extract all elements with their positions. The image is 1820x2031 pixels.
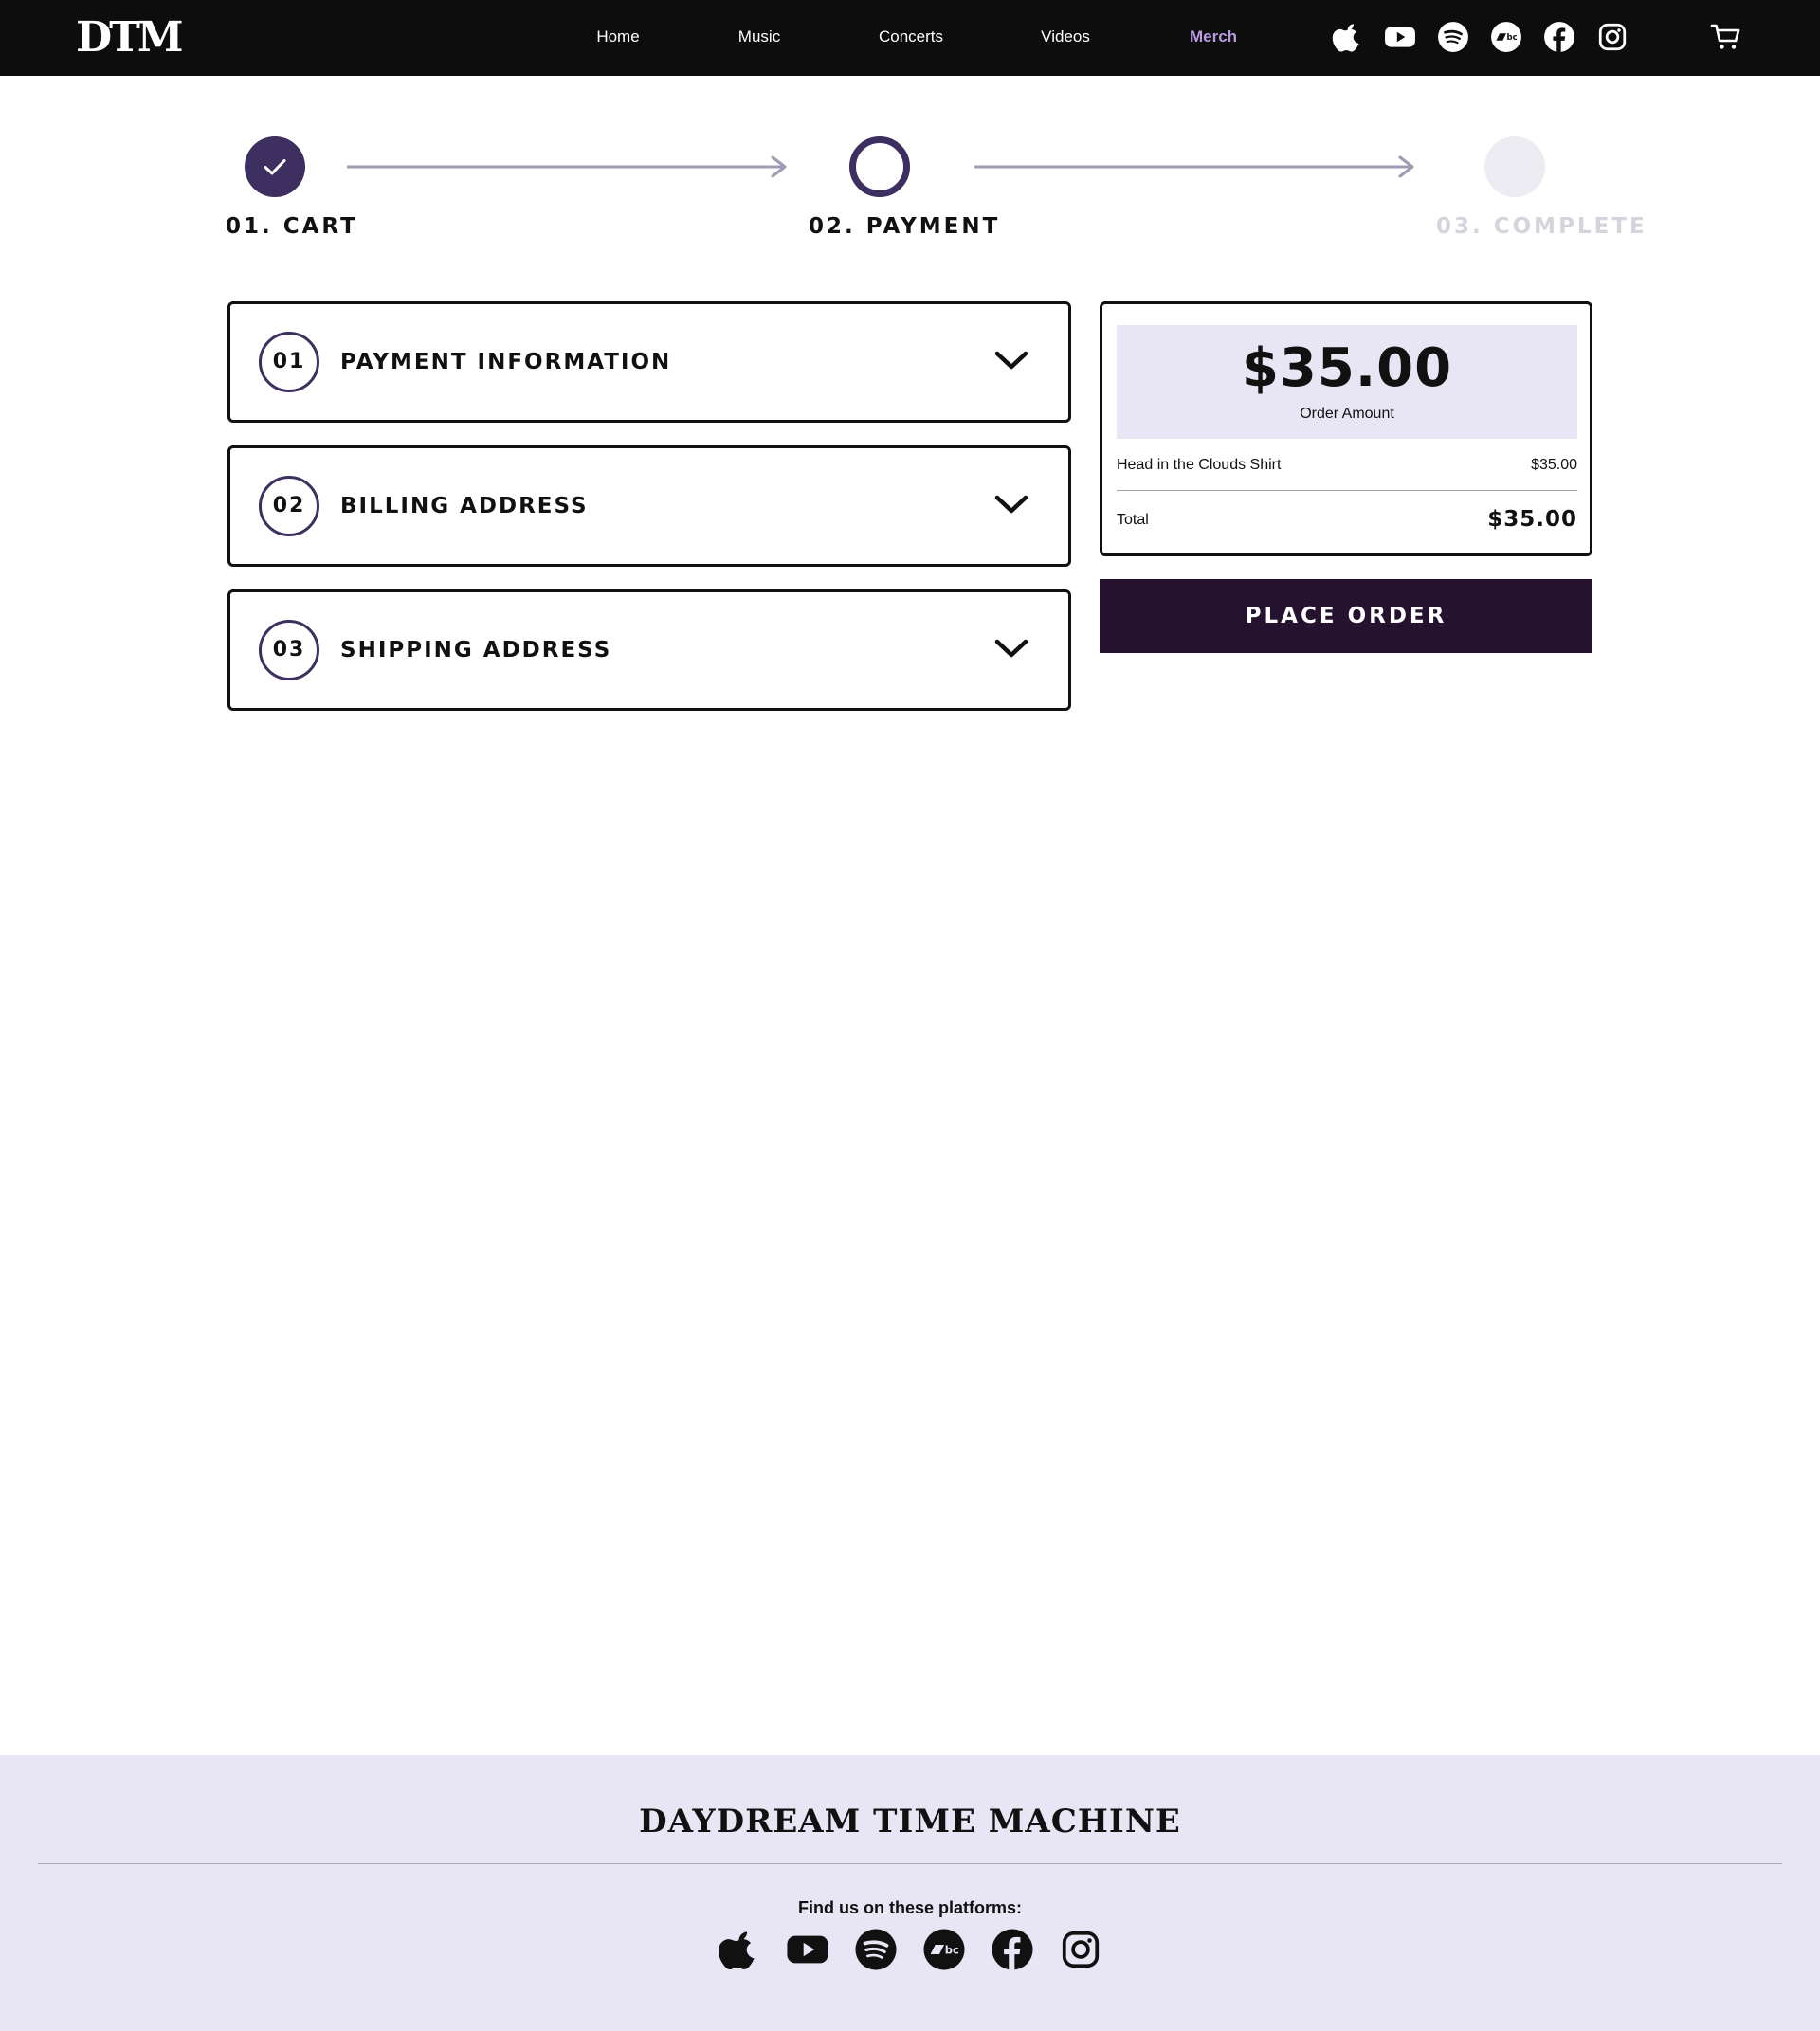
chevron-down-icon[interactable]	[994, 494, 1028, 517]
nav-link-concerts[interactable]: Concerts	[879, 27, 943, 47]
step-arrow-icon	[974, 155, 1414, 178]
logo[interactable]: DTM	[76, 17, 184, 59]
instagram-icon[interactable]	[1596, 21, 1629, 53]
step-complete-indicator	[1484, 136, 1545, 197]
chevron-down-icon[interactable]	[994, 638, 1028, 661]
spotify-icon[interactable]	[1437, 21, 1469, 53]
svg-text:bc: bc	[1507, 33, 1518, 43]
nav-link-home[interactable]: Home	[596, 27, 639, 47]
section-number: 03	[259, 620, 319, 680]
total-value: $35.00	[1487, 507, 1577, 532]
chevron-down-icon[interactable]	[994, 350, 1028, 372]
step-cart-indicator	[245, 136, 305, 197]
bandcamp-icon[interactable]: bc	[1490, 21, 1522, 53]
site-footer: DAYDREAM TIME MACHINE Find us on these p…	[0, 1755, 1820, 2031]
step-label-complete: 03. COMPLETE	[1436, 214, 1647, 239]
facebook-icon[interactable]	[991, 1928, 1034, 1971]
footer-brand-logo[interactable]: DAYDREAM TIME MACHINE	[0, 1803, 1820, 1841]
svg-text:bc: bc	[945, 1943, 959, 1956]
spotify-icon[interactable]	[854, 1928, 898, 1971]
order-amount-box: $35.00 Order Amount	[1117, 325, 1577, 439]
step-label-payment: 02. PAYMENT	[809, 214, 1001, 239]
site-header: DTM Home Music Concerts Videos Merch bc	[0, 0, 1820, 76]
step-arrow-icon	[347, 155, 787, 178]
step-payment-indicator	[849, 136, 910, 197]
nav-link-music[interactable]: Music	[738, 27, 780, 47]
footer-divider	[38, 1863, 1782, 1864]
section-title: BILLING ADDRESS	[340, 494, 589, 518]
item-price: $35.00	[1531, 457, 1577, 473]
accordion-payment-information[interactable]: 01 PAYMENT INFORMATION	[228, 301, 1071, 423]
total-label: Total	[1117, 512, 1149, 528]
section-title: SHIPPING ADDRESS	[340, 638, 612, 662]
summary-item-row: Head in the Clouds Shirt $35.00	[1117, 456, 1577, 475]
accordion-shipping-address[interactable]: 03 SHIPPING ADDRESS	[228, 589, 1071, 711]
section-number: 01	[259, 332, 319, 392]
instagram-icon[interactable]	[1059, 1928, 1102, 1971]
item-name: Head in the Clouds Shirt	[1117, 457, 1282, 473]
check-icon	[264, 159, 286, 175]
bandcamp-icon[interactable]: bc	[922, 1928, 966, 1971]
order-summary: $35.00 Order Amount Head in the Clouds S…	[1100, 301, 1592, 556]
order-amount: $35.00	[1241, 337, 1453, 399]
section-number: 02	[259, 476, 319, 536]
footer-platforms-text: Find us on these platforms:	[797, 1898, 1022, 1917]
order-amount-label: Order Amount	[1300, 406, 1394, 422]
nav-link-videos[interactable]: Videos	[1041, 27, 1090, 47]
youtube-icon[interactable]	[1384, 21, 1416, 53]
youtube-icon[interactable]	[786, 1928, 829, 1971]
accordion-billing-address[interactable]: 02 BILLING ADDRESS	[228, 445, 1071, 567]
facebook-icon[interactable]	[1543, 21, 1575, 53]
summary-total-row: Total $35.00	[1117, 507, 1577, 532]
cart-icon[interactable]	[1710, 21, 1742, 53]
apple-music-icon[interactable]	[718, 1928, 761, 1971]
nav-link-merch[interactable]: Merch	[1190, 27, 1237, 47]
apple-music-icon[interactable]	[1332, 21, 1364, 53]
section-title: PAYMENT INFORMATION	[340, 350, 672, 374]
step-label-cart: 01. CART	[226, 214, 358, 239]
summary-divider	[1117, 490, 1577, 491]
place-order-button[interactable]: PLACE ORDER	[1100, 579, 1592, 653]
